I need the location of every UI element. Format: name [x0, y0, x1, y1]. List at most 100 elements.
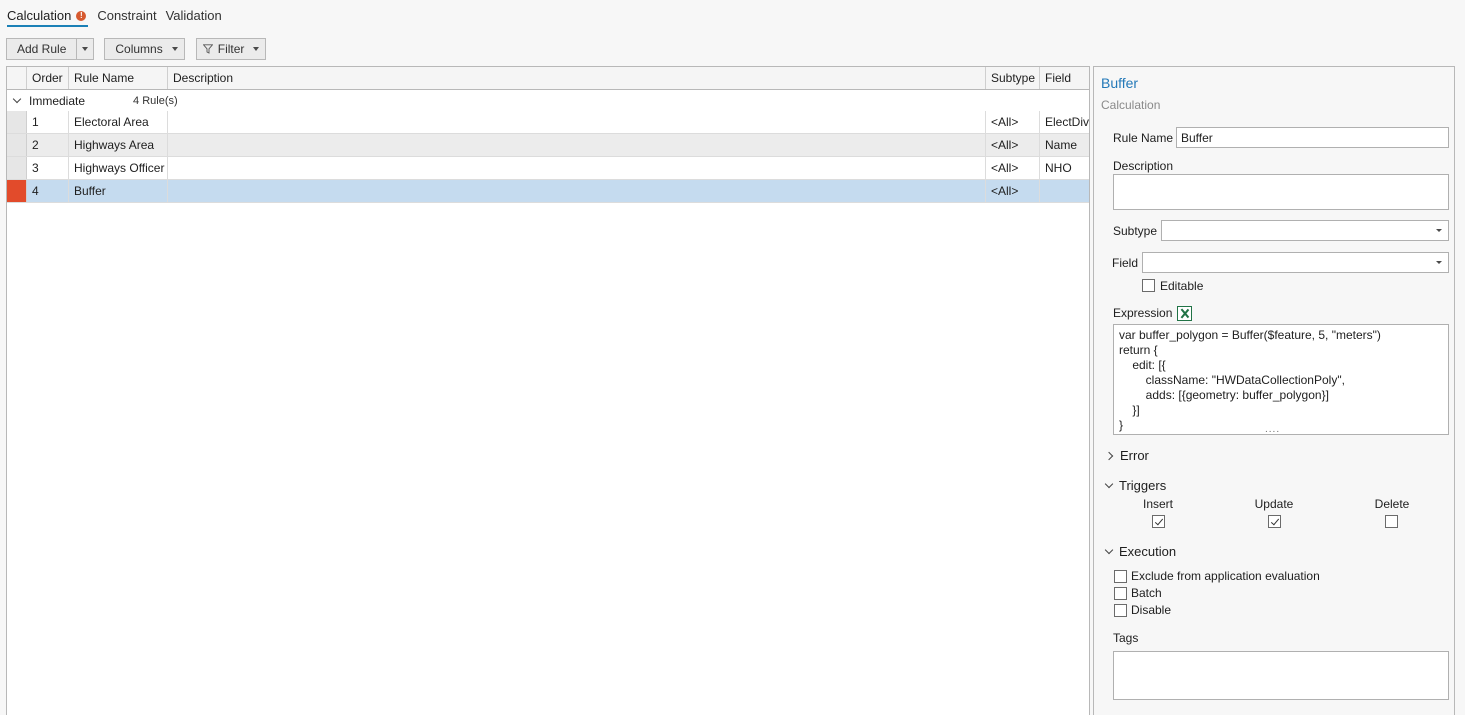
group-immediate[interactable]: Immediate 4 Rule(s) [7, 90, 1089, 111]
chevron-down-icon [253, 47, 260, 51]
chevron-down-icon [1436, 229, 1442, 232]
column-order[interactable]: Order [27, 67, 69, 89]
columns-button[interactable]: Columns [104, 38, 185, 60]
cell-subtype: <All> [986, 157, 1040, 179]
row-selector[interactable] [7, 111, 27, 133]
field-label: Field [1112, 256, 1139, 270]
resize-grip-icon[interactable]: .... [1265, 425, 1280, 435]
execution-section-label: Execution [1119, 544, 1177, 559]
add-rule-dropdown[interactable] [77, 39, 93, 59]
tab-calculation[interactable]: Calculation ! [7, 8, 89, 27]
batch-label: Batch [1131, 586, 1162, 600]
cell-subtype: <All> [986, 180, 1040, 202]
table-row[interactable]: 1 Electoral Area <All> ElectDiv [7, 111, 1089, 134]
cell-description [168, 180, 986, 202]
chevron-down-icon [171, 47, 178, 51]
chevron-down-icon[interactable] [12, 94, 22, 103]
error-section-label: Error [1120, 448, 1149, 463]
tab-calculation-label: Calculation [7, 8, 72, 23]
trigger-update-label: Update [1254, 497, 1294, 511]
cell-field: ElectDiv [1045, 115, 1089, 129]
cell-rule-name: Highways Area [69, 134, 168, 156]
chevron-down-icon [1104, 479, 1114, 488]
cell-subtype: <All> [986, 134, 1040, 156]
row-selector[interactable] [7, 134, 27, 156]
tags-label: Tags [1113, 631, 1139, 645]
row-selector-active[interactable] [7, 180, 27, 202]
chevron-right-icon [1104, 451, 1114, 460]
filter-icon [202, 44, 213, 54]
filter-label: Filter [217, 42, 245, 56]
table-row-selected[interactable]: 4 Buffer <All> [7, 180, 1089, 203]
rules-grid: Order Rule Name Description Subtype Fiel… [6, 66, 1090, 715]
column-subtype[interactable]: Subtype [986, 67, 1040, 89]
cell-rule-name: Buffer [69, 180, 168, 202]
cell-description [168, 157, 986, 179]
toolbar: Add Rule Columns Filter [6, 38, 267, 60]
columns-label: Columns [115, 42, 163, 56]
panel-title: Buffer [1101, 75, 1139, 91]
execution-section-header[interactable]: Execution [1104, 544, 1177, 559]
description-label: Description [1113, 159, 1174, 173]
batch-checkbox[interactable] [1114, 587, 1127, 600]
warning-icon: ! [76, 10, 87, 21]
editable-label: Editable [1160, 279, 1204, 293]
exclude-evaluation-label: Exclude from application evaluation [1131, 569, 1320, 583]
cell-order: 1 [27, 111, 69, 133]
group-label: Immediate [29, 93, 86, 108]
table-row[interactable]: 3 Highways Officer <All> NHO [7, 157, 1089, 180]
trigger-update-checkbox[interactable] [1268, 515, 1281, 528]
tab-constraint-label: Constraint [97, 8, 157, 23]
cell-order: 4 [27, 180, 69, 202]
column-description[interactable]: Description [168, 67, 986, 89]
subtype-dropdown[interactable] [1161, 220, 1449, 241]
disable-checkbox[interactable] [1114, 604, 1127, 617]
cell-description [168, 111, 986, 133]
triggers-section-label: Triggers [1119, 478, 1167, 493]
rule-properties-panel: Buffer Calculation Rule Name Description… [1093, 66, 1455, 715]
cell-field [1040, 180, 1089, 202]
expression-editor[interactable]: var buffer_polygon = Buffer($feature, 5,… [1113, 324, 1449, 435]
grid-header: Order Rule Name Description Subtype Fiel… [7, 67, 1089, 90]
cell-subtype: <All> [986, 111, 1040, 133]
group-count: 4 Rule(s) [133, 94, 178, 107]
cell-description [168, 134, 986, 156]
add-rule-split-button: Add Rule [6, 38, 95, 60]
error-section-header[interactable]: Error [1104, 448, 1149, 463]
tab-validation-label: Validation [165, 8, 222, 23]
trigger-delete-checkbox[interactable] [1385, 515, 1398, 528]
exclude-evaluation-checkbox[interactable] [1114, 570, 1127, 583]
column-rule-name[interactable]: Rule Name [69, 67, 168, 89]
cell-rule-name: Electoral Area [69, 111, 168, 133]
rule-type-tabs: Calculation ! Constraint Validation [7, 8, 231, 30]
cell-rule-name: Highways Officer [69, 157, 168, 179]
cell-order: 3 [27, 157, 69, 179]
table-row[interactable]: 2 Highways Area <All> Name [7, 134, 1089, 157]
cell-field: NHO [1045, 161, 1072, 175]
tab-constraint[interactable]: Constraint [97, 8, 156, 25]
filter-button[interactable]: Filter [195, 38, 267, 60]
tags-input[interactable] [1113, 651, 1449, 700]
triggers-section-header[interactable]: Triggers [1104, 478, 1167, 493]
field-dropdown[interactable] [1142, 252, 1449, 273]
row-selector[interactable] [7, 157, 27, 179]
rule-name-input[interactable] [1176, 127, 1449, 148]
panel-subtitle: Calculation [1101, 98, 1161, 112]
trigger-delete-label: Delete [1374, 497, 1410, 511]
trigger-insert-label: Insert [1143, 497, 1174, 511]
subtype-label: Subtype [1113, 224, 1158, 238]
chevron-down-icon [1436, 261, 1442, 264]
chevron-down-icon [1104, 545, 1114, 554]
cell-field: Name [1045, 138, 1078, 152]
row-header-column [7, 67, 27, 89]
add-rule-button[interactable]: Add Rule [7, 39, 78, 59]
editable-checkbox[interactable] [1142, 279, 1155, 292]
disable-label: Disable [1131, 603, 1172, 617]
chevron-down-icon [82, 47, 89, 51]
tab-validation[interactable]: Validation [166, 8, 222, 25]
description-input[interactable] [1113, 174, 1449, 210]
trigger-insert-checkbox[interactable] [1152, 515, 1165, 528]
expression-builder-icon[interactable] [1177, 306, 1192, 321]
cell-order: 2 [27, 134, 69, 156]
column-field[interactable]: Field [1040, 67, 1089, 89]
